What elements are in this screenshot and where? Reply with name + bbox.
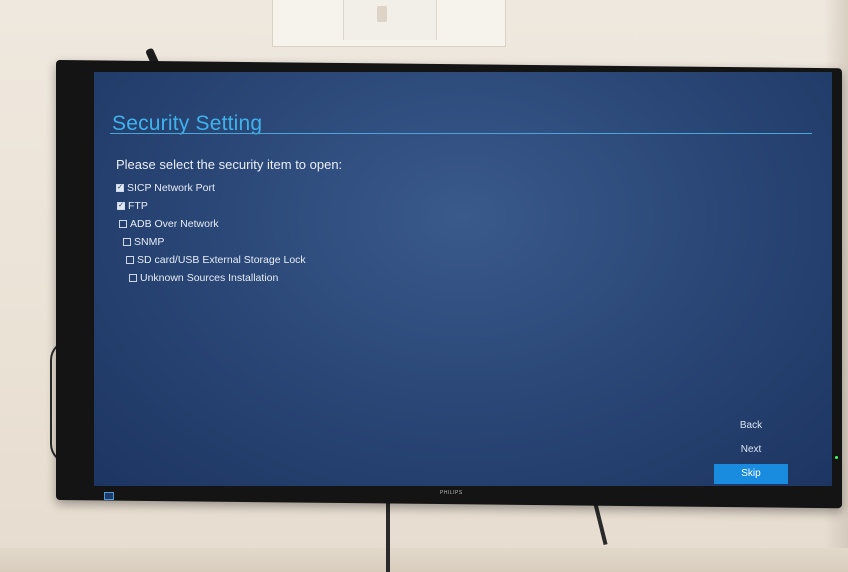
option-label: Unknown Sources Installation bbox=[140, 272, 279, 284]
checkbox-unchecked-icon[interactable] bbox=[119, 220, 127, 228]
checkbox-unchecked-icon[interactable] bbox=[129, 274, 137, 282]
option-snmp[interactable]: SNMP bbox=[123, 233, 306, 251]
option-label: SD card/USB External Storage Lock bbox=[137, 254, 306, 266]
security-options-list: ✓ SICP Network Port ✓ FTP ADB Over Netwo… bbox=[116, 179, 306, 287]
status-icon bbox=[104, 492, 114, 500]
option-label: SNMP bbox=[134, 236, 165, 248]
option-label: SICP Network Port bbox=[127, 182, 215, 194]
power-led-icon bbox=[835, 456, 838, 459]
wizard-navigation: Back Next Skip bbox=[714, 416, 788, 486]
monitor-screen: Security Setting Please select the secur… bbox=[94, 72, 832, 486]
back-button[interactable]: Back bbox=[714, 416, 788, 436]
checkbox-checked-icon[interactable]: ✓ bbox=[117, 202, 125, 210]
cable-bottom bbox=[386, 498, 390, 572]
prompt-text: Please select the security item to open: bbox=[116, 157, 343, 172]
monitor-brand-logo: PHILIPS bbox=[440, 490, 463, 496]
checkbox-checked-icon[interactable]: ✓ bbox=[116, 184, 124, 192]
option-ftp[interactable]: ✓ FTP bbox=[117, 197, 306, 215]
option-unknown-sources-installation[interactable]: Unknown Sources Installation bbox=[129, 269, 306, 287]
title-divider bbox=[110, 133, 812, 134]
option-label: FTP bbox=[128, 200, 148, 212]
checkbox-unchecked-icon[interactable] bbox=[126, 256, 134, 264]
option-adb-over-network[interactable]: ADB Over Network bbox=[119, 215, 306, 233]
next-button[interactable]: Next bbox=[714, 440, 788, 460]
option-label: ADB Over Network bbox=[130, 218, 219, 230]
floor bbox=[0, 548, 848, 572]
wall-light-fixture bbox=[272, 0, 506, 47]
option-sicp-network-port[interactable]: ✓ SICP Network Port bbox=[116, 179, 306, 197]
option-sd-usb-storage-lock[interactable]: SD card/USB External Storage Lock bbox=[126, 251, 306, 269]
skip-button[interactable]: Skip bbox=[714, 464, 788, 484]
checkbox-unchecked-icon[interactable] bbox=[123, 238, 131, 246]
